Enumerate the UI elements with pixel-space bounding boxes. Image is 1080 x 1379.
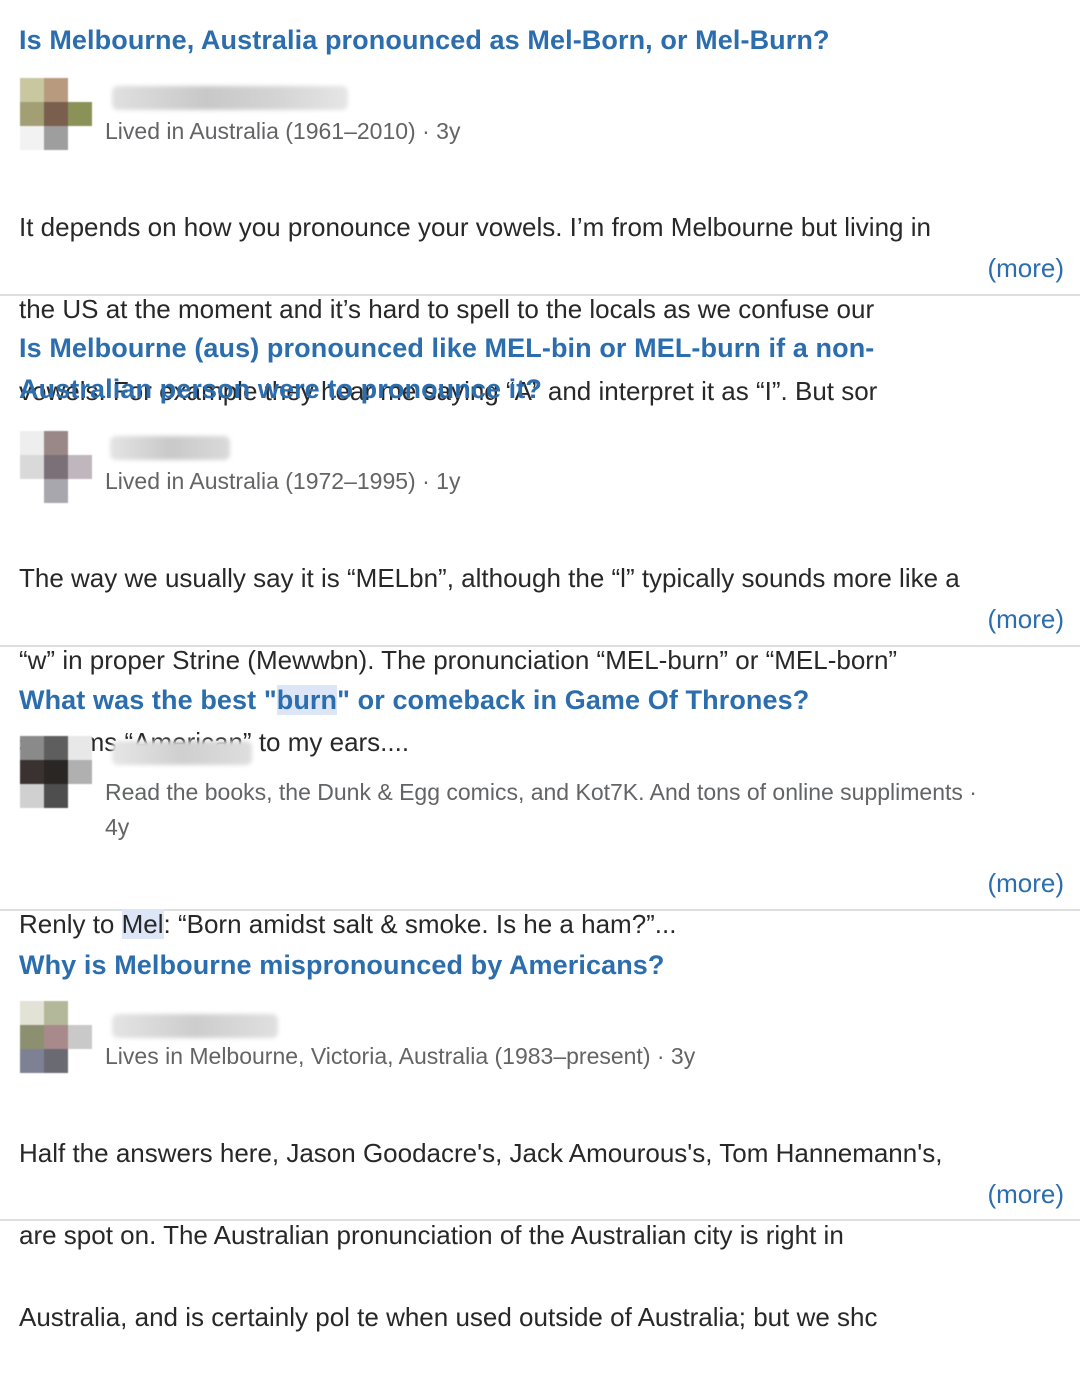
avatar[interactable] <box>20 736 92 808</box>
question-link[interactable]: Is Melbourne, Australia pronounced as Me… <box>19 20 1049 61</box>
more-link[interactable]: (more) <box>983 599 1064 640</box>
author-credential: Lived in Australia (1961–2010) · 3y <box>105 118 461 144</box>
snippet-line: The way we usually say it is “MELbn”, al… <box>19 563 960 593</box>
question-link[interactable]: Why is Melbourne mispronounced by Americ… <box>19 945 1049 986</box>
more-link[interactable]: (more) <box>983 248 1064 289</box>
result-item: Why is Melbourne mispronounced by Americ… <box>0 911 1080 1332</box>
question-text: " or comeback in Game Of Thrones? <box>337 685 810 715</box>
question-link[interactable]: What was the best "burn" or comeback in … <box>19 680 1049 721</box>
more-link[interactable]: (more) <box>983 863 1064 904</box>
answer-snippet[interactable]: Half the answers here, Jason Goodacre's,… <box>19 1092 1064 1379</box>
snippet-line: Australia, and is certainly pol te when … <box>19 1302 878 1332</box>
snippet-line: are spot on. The Australian pronunciatio… <box>19 1220 844 1250</box>
more-link[interactable]: (more) <box>983 1174 1064 1215</box>
result-item: Is Melbourne (aus) pronounced like MEL-b… <box>0 296 1080 757</box>
snippet-line: Half the answers here, Jason Goodacre's,… <box>19 1138 943 1168</box>
author-name[interactable] <box>112 741 252 765</box>
question-link[interactable]: Is Melbourne (aus) pronounced like MEL-b… <box>19 328 1049 410</box>
question-line: Australian person were to pronounce it? <box>19 374 542 404</box>
question-line: Is Melbourne (aus) pronounced like MEL-b… <box>19 333 875 363</box>
credential-line: 4y <box>105 814 130 840</box>
result-item: Is Melbourne, Australia pronounced as Me… <box>0 0 1080 406</box>
search-results-feed: Is Melbourne, Australia pronounced as Me… <box>0 0 1080 1332</box>
avatar[interactable] <box>20 431 92 503</box>
snippet-line: It depends on how you pronounce your vow… <box>19 212 931 242</box>
author-name[interactable] <box>110 436 230 460</box>
author-name[interactable] <box>112 1014 278 1038</box>
search-term-highlight: burn <box>276 685 338 715</box>
question-text: What was the best " <box>19 685 277 715</box>
credential-line: Read the books, the Dunk & Egg comics, a… <box>105 779 977 805</box>
author-credential: Read the books, the Dunk & Egg comics, a… <box>105 775 1060 845</box>
author-credential: Lives in Melbourne, Victoria, Australia … <box>105 1043 696 1069</box>
author-name[interactable] <box>112 86 348 110</box>
result-item: What was the best "burn" or comeback in … <box>0 647 1080 939</box>
avatar[interactable] <box>20 1001 92 1073</box>
author-credential: Lived in Australia (1972–1995) · 1y <box>105 468 461 494</box>
avatar[interactable] <box>20 78 92 150</box>
